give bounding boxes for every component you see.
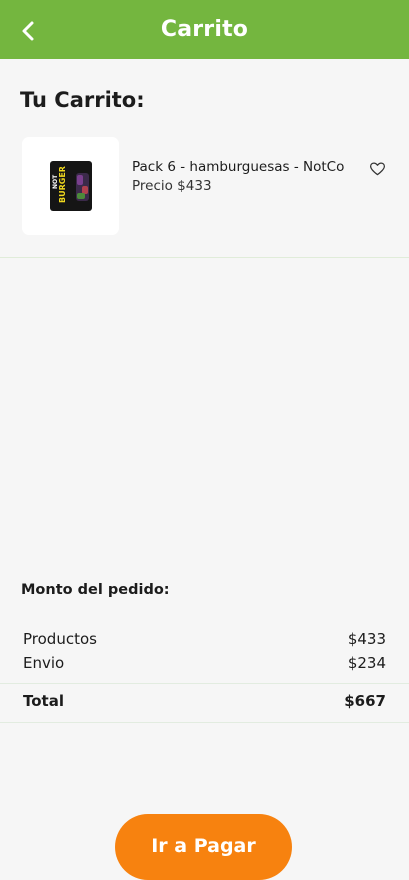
total-value: $667: [344, 692, 386, 710]
summary-divider-top: [0, 683, 409, 684]
page-title: Carrito: [160, 17, 249, 42]
products-label: Productos: [23, 630, 97, 648]
app-header: Carrito: [0, 0, 409, 59]
order-summary-heading: Monto del pedido:: [21, 582, 170, 598]
summary-row-shipping: Envio $234: [23, 654, 386, 672]
product-price: Precio $433: [132, 178, 212, 194]
product-image: NOT BURGER: [22, 137, 119, 235]
summary-row-products: Productos $433: [23, 630, 386, 648]
summary-divider-bottom: [0, 722, 409, 723]
summary-row-total: Total $667: [23, 692, 386, 710]
heart-outline-icon[interactable]: [370, 162, 385, 176]
product-package-image: NOT BURGER: [49, 161, 92, 211]
shipping-value: $234: [347, 654, 386, 672]
pay-button[interactable]: Ir a Pagar: [115, 814, 292, 880]
chevron-left-icon: [22, 21, 34, 41]
products-value: $433: [347, 630, 386, 648]
package-text-2: BURGER: [58, 166, 67, 203]
total-label: Total: [23, 692, 64, 710]
product-name: Pack 6 - hamburguesas - NotCo: [132, 159, 345, 175]
back-button[interactable]: [14, 17, 42, 45]
cart-item[interactable]: NOT BURGER Pack 6 - hamburguesas - NotCo…: [0, 133, 409, 258]
shipping-label: Envio: [23, 654, 65, 672]
cart-heading: Tu Carrito:: [20, 88, 145, 112]
